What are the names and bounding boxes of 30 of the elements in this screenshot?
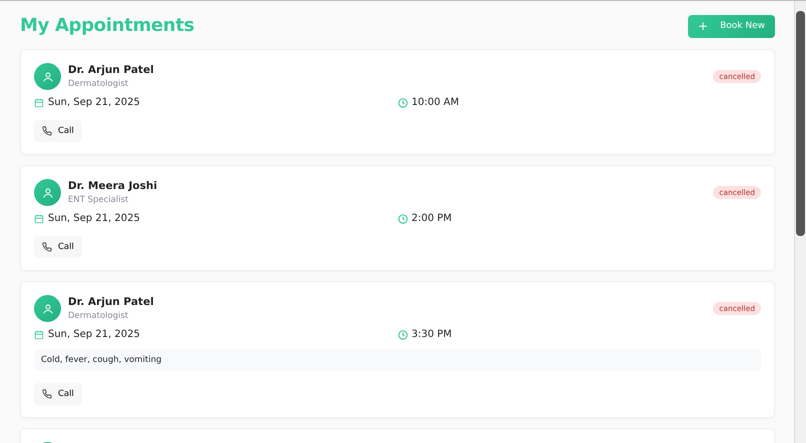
calendar-icon (34, 98, 44, 108)
clock-icon (398, 214, 408, 224)
scrollbar[interactable] (794, 1, 806, 443)
calendar-icon (34, 330, 44, 340)
appointment-notes: Cold, fever, cough, vomiting (34, 349, 761, 371)
avatar-icon (34, 63, 61, 90)
clock-icon (398, 98, 408, 108)
call-button[interactable]: Call (34, 236, 82, 258)
avatar-icon (34, 179, 61, 206)
appointment-date: Sun, Sep 21, 2025 (48, 213, 140, 224)
appointment-time: 3:30 PM (412, 329, 452, 340)
doctor-name: Dr. Arjun Patel (68, 64, 155, 76)
phone-icon (42, 389, 52, 399)
appointment-time: 10:00 AM (412, 97, 459, 108)
doctor-specialty: Dermatologist (68, 311, 130, 321)
doctor-specialty: Dermatologist (68, 79, 130, 89)
call-button[interactable]: Call (34, 120, 82, 142)
appointment-date: Sun, Sep 21, 2025 (48, 97, 140, 108)
avatar-icon (34, 295, 61, 322)
phone-icon (42, 242, 52, 252)
doctor-name: Dr. Meera Joshi (68, 180, 158, 192)
call-button[interactable]: Call (34, 383, 82, 405)
phone-icon (42, 126, 52, 136)
doctor-name: Dr. Arjun Patel (68, 296, 155, 308)
calendar-icon (34, 214, 44, 224)
clock-icon (398, 330, 408, 340)
appointment-date: Sun, Sep 21, 2025 (48, 329, 140, 340)
doctor-specialty: ENT Specialist (68, 195, 130, 205)
appointment-time: 2:00 PM (412, 213, 452, 224)
page-title: My Appointments (20, 14, 194, 36)
